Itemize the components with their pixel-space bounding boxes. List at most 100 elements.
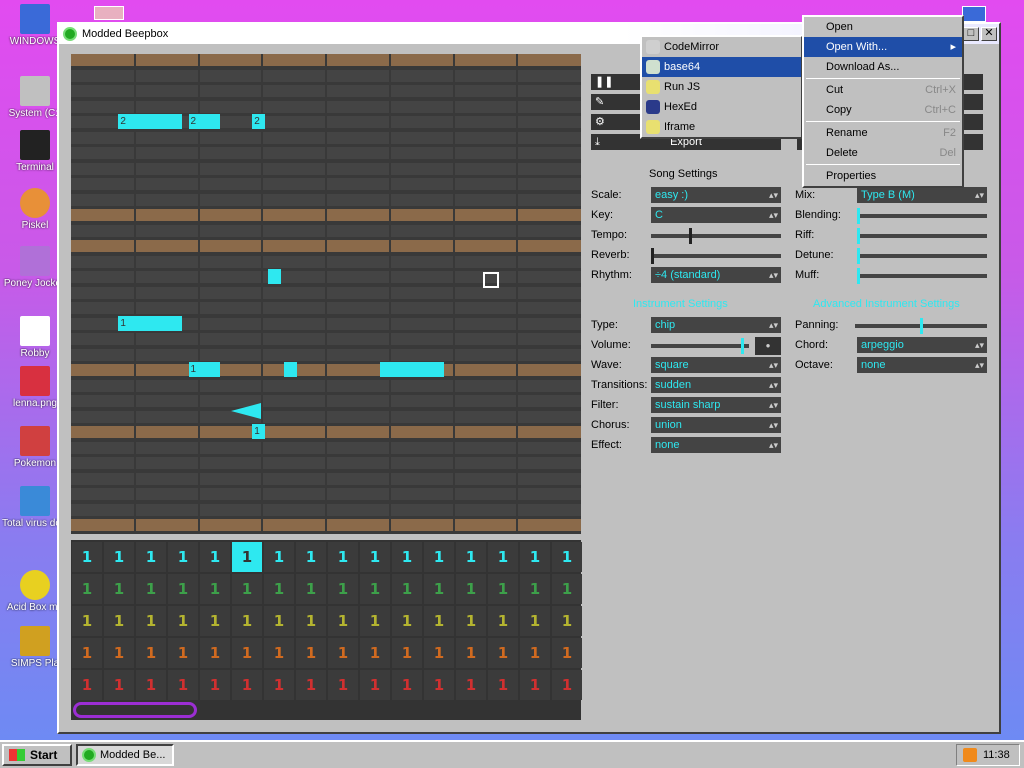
mix-select[interactable]: Type B (M) ▴▾ <box>857 187 987 203</box>
octave-select[interactable]: none ▴▾ <box>857 357 987 373</box>
track-cell[interactable]: 1 <box>72 638 102 668</box>
track-cell[interactable]: 1 <box>328 606 358 636</box>
track-cell[interactable]: 1 <box>200 574 230 604</box>
track-cell[interactable]: 1 <box>488 606 518 636</box>
track-cell[interactable]: 1 <box>360 542 390 572</box>
note[interactable]: 2 <box>188 114 221 129</box>
start-button[interactable]: Start <box>2 744 72 766</box>
track-cell[interactable]: 1 <box>104 542 134 572</box>
track-cell[interactable]: 1 <box>200 638 230 668</box>
filter-select[interactable]: sustain sharp ▴▾ <box>651 397 781 413</box>
track-cell[interactable]: 1 <box>232 606 262 636</box>
context-menu-item[interactable]: Open With... ▸ <box>804 37 962 57</box>
track-cell[interactable]: 1 <box>424 606 454 636</box>
effect-select[interactable]: none ▴▾ <box>651 437 781 453</box>
track-cell[interactable]: 1 <box>136 606 166 636</box>
track-cell[interactable]: 1 <box>552 574 582 604</box>
note[interactable] <box>268 269 281 284</box>
track-cell[interactable]: 1 <box>520 606 550 636</box>
track-cell[interactable]: 1 <box>456 670 486 700</box>
track-cell[interactable]: 1 <box>488 542 518 572</box>
context-menu-item[interactable]: Rename F2 <box>804 123 962 143</box>
track-cell[interactable]: 1 <box>72 606 102 636</box>
track-cell[interactable]: 1 <box>104 574 134 604</box>
track-cell[interactable]: 1 <box>552 638 582 668</box>
track-cell[interactable]: 1 <box>552 670 582 700</box>
track-cell[interactable]: 1 <box>136 542 166 572</box>
track-cell[interactable]: 1 <box>168 606 198 636</box>
open-with-item[interactable]: Run JS <box>642 77 801 97</box>
track-cell[interactable]: 1 <box>360 638 390 668</box>
track-cell[interactable]: 1 <box>520 542 550 572</box>
slider-knob[interactable] <box>857 248 860 264</box>
track-cell[interactable]: 1 <box>328 574 358 604</box>
track-cell[interactable]: 1 <box>392 670 422 700</box>
track-cell[interactable]: 1 <box>520 638 550 668</box>
open-with-item[interactable]: HexEd <box>642 97 801 117</box>
track-cell[interactable]: 1 <box>264 638 294 668</box>
track-cell[interactable]: 1 <box>296 574 326 604</box>
chord-select[interactable]: arpeggio ▴▾ <box>857 337 987 353</box>
open-with-item[interactable]: CodeMirror <box>642 37 801 57</box>
taskbar-item-beepbox[interactable]: Modded Be... <box>76 744 174 766</box>
scale-select[interactable]: easy :) ▴▾ <box>651 187 781 203</box>
track-cell[interactable]: 1 <box>264 670 294 700</box>
slider-knob[interactable] <box>920 318 923 334</box>
track-cell[interactable]: 1 <box>328 542 358 572</box>
track-cell[interactable]: 1 <box>232 574 262 604</box>
track-cell[interactable]: 1 <box>200 606 230 636</box>
context-menu-item[interactable]: Delete Del <box>804 143 962 163</box>
context-menu-item[interactable]: Properties <box>804 166 962 186</box>
track-cell[interactable]: 1 <box>456 542 486 572</box>
track-cell[interactable]: 1 <box>392 542 422 572</box>
track-cell[interactable]: 1 <box>264 606 294 636</box>
slider-knob[interactable] <box>857 228 860 244</box>
transitions-select[interactable]: sudden ▴▾ <box>651 377 781 393</box>
track-cell[interactable]: 1 <box>136 638 166 668</box>
track-cell[interactable]: 1 <box>200 542 230 572</box>
slider-knob[interactable] <box>741 338 744 354</box>
track-editor[interactable]: 1111111111111111111111111111111111111111… <box>71 540 582 720</box>
open-with-item[interactable]: base64 <box>642 57 801 77</box>
mute-button[interactable]: ● <box>755 337 781 355</box>
track-cell[interactable]: 1 <box>104 670 134 700</box>
track-cell[interactable]: 1 <box>360 606 390 636</box>
track-cell[interactable]: 1 <box>104 638 134 668</box>
tempo-slider[interactable] <box>651 228 781 244</box>
context-menu-item[interactable]: Open <box>804 17 962 37</box>
track-cell[interactable]: 1 <box>136 574 166 604</box>
slider-knob[interactable] <box>651 248 654 264</box>
riff-slider[interactable] <box>857 228 987 244</box>
track-cell[interactable]: 1 <box>264 542 294 572</box>
track-cell[interactable]: 1 <box>360 670 390 700</box>
track-cell[interactable]: 1 <box>552 606 582 636</box>
track-cell[interactable]: 1 <box>328 638 358 668</box>
track-cell[interactable]: 1 <box>136 670 166 700</box>
context-menu-item[interactable]: Copy Ctrl+C <box>804 100 962 120</box>
open-with-item[interactable]: Iframe <box>642 117 801 137</box>
track-cell[interactable]: 1 <box>232 542 262 572</box>
note[interactable] <box>284 362 297 377</box>
track-cell[interactable]: 1 <box>168 670 198 700</box>
track-cell[interactable]: 1 <box>520 574 550 604</box>
track-cell[interactable]: 1 <box>168 638 198 668</box>
context-menu-item[interactable]: Download As... <box>804 57 962 77</box>
track-cell[interactable]: 1 <box>392 606 422 636</box>
muff-slider[interactable] <box>857 268 987 284</box>
note[interactable]: 1 <box>188 362 221 377</box>
track-cell[interactable]: 1 <box>168 542 198 572</box>
track-cell[interactable]: 1 <box>392 638 422 668</box>
rss-icon[interactable] <box>963 748 977 762</box>
reverb-slider[interactable] <box>651 248 781 264</box>
slider-knob[interactable] <box>689 228 692 244</box>
track-cell[interactable]: 1 <box>424 638 454 668</box>
note[interactable]: 2 <box>118 114 183 129</box>
note-slide[interactable] <box>231 403 261 419</box>
track-cell[interactable]: 1 <box>360 574 390 604</box>
track-cell[interactable]: 1 <box>552 542 582 572</box>
slider-knob[interactable] <box>857 268 860 284</box>
track-cell[interactable]: 1 <box>232 638 262 668</box>
key-select[interactable]: C ▴▾ <box>651 207 781 223</box>
track-cell[interactable]: 1 <box>392 574 422 604</box>
track-cell[interactable]: 1 <box>296 542 326 572</box>
